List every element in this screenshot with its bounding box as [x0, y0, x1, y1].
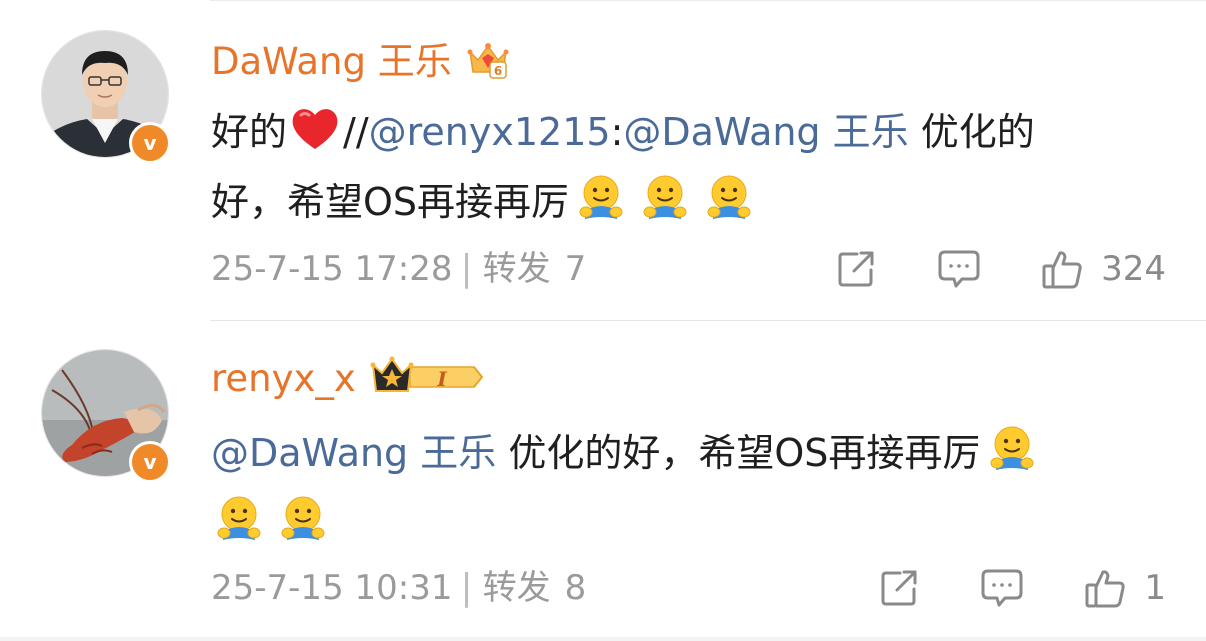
vip-crown-level-6-icon[interactable]: 6: [466, 38, 510, 86]
red-heart-emoji: [289, 105, 341, 175]
hug-emoji: [703, 171, 755, 245]
mention-link[interactable]: @DaWang 王乐: [211, 431, 496, 475]
like-button[interactable]: 1: [1084, 567, 1166, 609]
comment-body: 好的 //@renyx1215:@DaWang 王乐 优化的 好，希望OS再接再厉: [211, 97, 1171, 237]
comment-item[interactable]: v DaWang 王乐 6 好的 //@renyx1215:@DaWang 王乐 …: [0, 0, 1206, 320]
comment-text: 好的: [211, 110, 288, 154]
repost-label[interactable]: 转发: [483, 565, 551, 611]
verified-v-icon: v: [129, 122, 171, 164]
comment-meta: 25-7-15 10:31 | 转发 8: [211, 565, 586, 611]
comment-button[interactable]: [980, 567, 1024, 609]
badge-level-text: I: [436, 367, 447, 391]
thumbs-up-icon: [1084, 567, 1126, 609]
comment-text: 好，希望OS再接再厉: [211, 180, 570, 224]
thumbs-up-icon: [1041, 248, 1083, 290]
colon-text: :: [610, 110, 624, 154]
timestamp: 25-7-15 17:28: [211, 249, 453, 289]
comment-item[interactable]: v renyx_x I @DaWang 王乐 优化的好，希望OS再接再厉 25-…: [0, 321, 1206, 639]
comment-line: 好的 //@renyx1215:@DaWang 王乐 优化的: [211, 97, 1171, 167]
share-icon: [878, 567, 920, 609]
action-bar: 1: [878, 565, 1166, 611]
meta-separator: |: [460, 248, 473, 289]
username[interactable]: renyx_x: [211, 355, 356, 403]
comment-icon: [937, 248, 981, 290]
share-button[interactable]: [835, 248, 877, 290]
like-count: 324: [1101, 249, 1166, 289]
vip-crown-level-1-icon[interactable]: I: [370, 355, 486, 403]
comment-button[interactable]: [937, 248, 981, 290]
hug-emoji: [277, 492, 329, 566]
avatar-container[interactable]: v: [41, 30, 171, 164]
hug-emoji: [575, 171, 627, 245]
comment-meta: 25-7-15 17:28 | 转发 7: [211, 246, 586, 292]
repost-count: 8: [564, 568, 587, 608]
comment-text: 优化的: [908, 110, 1035, 154]
avatar-container[interactable]: v: [41, 349, 171, 483]
comment-body: @DaWang 王乐 优化的好，希望OS再接再厉: [211, 418, 1171, 558]
share-button[interactable]: [878, 567, 920, 609]
repost-label[interactable]: 转发: [483, 246, 551, 292]
comment-line: 好，希望OS再接再厉: [211, 167, 1171, 237]
repost-count: 7: [564, 249, 587, 289]
mention-link[interactable]: @renyx1215: [369, 110, 611, 154]
hug-emoji: [639, 171, 691, 245]
hug-emoji: [213, 492, 265, 566]
like-count: 1: [1144, 568, 1166, 608]
username[interactable]: DaWang 王乐: [211, 38, 452, 86]
mention-link[interactable]: @DaWang 王乐: [623, 110, 908, 154]
comment-line: @DaWang 王乐 优化的好，希望OS再接再厉: [211, 418, 1171, 488]
comment-icon: [980, 567, 1024, 609]
like-button[interactable]: 324: [1041, 248, 1166, 290]
repost-slashes: //: [343, 110, 369, 154]
comment-text: 优化的好，希望OS再接再厉: [496, 431, 981, 475]
timestamp: 25-7-15 10:31: [211, 568, 453, 608]
bottom-divider: [0, 637, 1206, 641]
action-bar: 324: [835, 246, 1166, 292]
comment-line: [211, 488, 1171, 558]
verified-v-icon: v: [129, 441, 171, 483]
svg-text:6: 6: [494, 64, 502, 78]
hug-emoji: [986, 422, 1038, 496]
meta-separator: |: [460, 567, 473, 608]
share-icon: [835, 248, 877, 290]
